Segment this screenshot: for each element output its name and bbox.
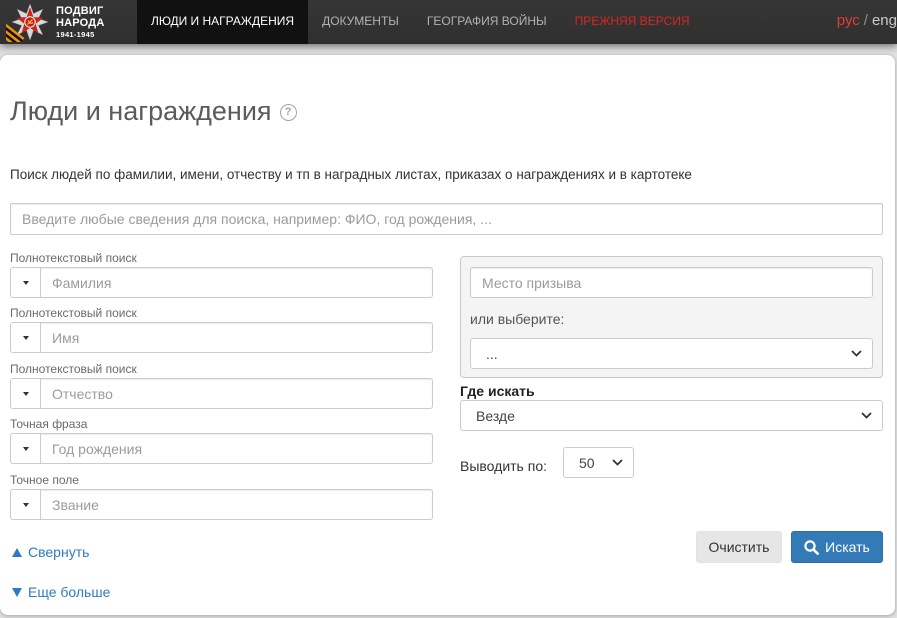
caret-down-icon: [22, 446, 29, 451]
results-per-page-select-value: 50: [579, 454, 595, 471]
conscription-place-input[interactable]: [470, 267, 873, 298]
medal-logo-icon: [6, 3, 49, 42]
birth-year-mode-dropdown-button[interactable]: [10, 433, 41, 464]
language-switcher: рус / eng: [837, 0, 897, 44]
triangle-up-icon: [12, 547, 22, 557]
top-navbar: ПОДВИГ НАРОДА 1941-1945 ЛЮДИ И НАГРАЖДЕН…: [0, 0, 897, 44]
where-to-search-select[interactable]: Везде: [460, 400, 883, 431]
surname-search-mode-label: Полнотекстовый поиск: [10, 251, 137, 265]
chevron-down-icon: [861, 412, 872, 419]
surname-field: Полнотекстовый поиск: [10, 250, 433, 298]
lang-en-link[interactable]: eng: [872, 12, 897, 29]
results-per-page-label: Выводить по:: [460, 458, 548, 474]
conscription-place-select[interactable]: ...: [470, 338, 873, 369]
where-to-search-label: Где искать: [460, 383, 535, 399]
nav-item-people-awards[interactable]: ЛЮДИ И НАГРАЖДЕНИЯ: [137, 0, 309, 44]
logo-line-2: НАРОДА: [56, 17, 105, 29]
patronymic-input-group: [10, 378, 433, 409]
page-title-row: Люди и награждения ?: [10, 93, 297, 129]
first-name-input[interactable]: [41, 322, 433, 353]
page-title: Люди и награждения: [10, 96, 272, 126]
nav-item-previous-version[interactable]: ПРЕЖНЯЯ ВЕРСИЯ: [561, 0, 704, 44]
patronymic-mode-dropdown-button[interactable]: [10, 378, 41, 409]
main-nav: ЛЮДИ И НАГРАЖДЕНИЯ ДОКУМЕНТЫ ГЕОГРАФИЯ В…: [137, 0, 704, 44]
triangle-down-icon: [12, 587, 22, 597]
search-button-label: Искать: [825, 539, 870, 555]
caret-down-icon: [22, 335, 29, 340]
help-icon[interactable]: ?: [279, 103, 297, 121]
caret-down-icon: [22, 502, 29, 507]
first-name-input-group: [10, 322, 433, 353]
logo-line-1: ПОДВИГ: [56, 5, 104, 17]
surname-input[interactable]: [41, 267, 433, 298]
patronymic-input[interactable]: [41, 378, 433, 409]
results-per-page-select[interactable]: 50: [563, 447, 634, 478]
first-name-mode-dropdown-button[interactable]: [10, 322, 41, 353]
collapse-link-label: Свернуть: [28, 544, 90, 560]
search-panel: Люди и награждения ? Поиск людей по фами…: [0, 55, 895, 615]
nav-item-war-geography[interactable]: ГЕОГРАФИЯ ВОЙНЫ: [413, 0, 561, 44]
patronymic-field: Полнотекстовый поиск: [10, 361, 433, 409]
nav-item-documents[interactable]: ДОКУМЕНТЫ: [308, 0, 413, 44]
birth-year-input[interactable]: [41, 433, 433, 464]
clear-button[interactable]: Очистить: [696, 531, 782, 563]
rank-input-group: [10, 489, 433, 520]
lang-separator: /: [863, 12, 868, 29]
birth-year-input-group: [10, 433, 433, 464]
show-more-link[interactable]: Еще больше: [12, 583, 110, 601]
collapse-link[interactable]: Свернуть: [12, 543, 89, 561]
logo-text: ПОДВИГ НАРОДА 1941-1945: [56, 5, 104, 41]
site-logo[interactable]: ПОДВИГ НАРОДА 1941-1945: [6, 2, 116, 42]
conscription-place-select-value: ...: [486, 345, 498, 362]
show-more-link-label: Еще больше: [28, 584, 111, 600]
clear-button-label: Очистить: [708, 539, 770, 555]
lang-ru-link[interactable]: рус: [837, 12, 860, 29]
search-icon: [804, 539, 820, 555]
patronymic-search-mode-label: Полнотекстовый поиск: [10, 362, 137, 376]
rank-input[interactable]: [41, 489, 433, 520]
surname-input-group: [10, 267, 433, 298]
caret-down-icon: [22, 280, 29, 285]
search-button[interactable]: Искать: [791, 531, 883, 563]
chevron-down-icon: [612, 459, 623, 466]
rank-mode-dropdown-button[interactable]: [10, 489, 41, 520]
main-search-input[interactable]: [10, 203, 883, 235]
or-choose-label: или выберите:: [470, 311, 565, 327]
caret-down-icon: [22, 391, 29, 396]
chevron-down-icon: [851, 350, 862, 357]
first-name-search-mode-label: Полнотекстовый поиск: [10, 306, 137, 320]
page-description: Поиск людей по фамилии, имени, отчеству …: [10, 167, 692, 182]
where-to-search-select-value: Везде: [476, 407, 515, 424]
birth-year-field: Точная фраза: [10, 416, 433, 464]
rank-search-mode-label: Точное поле: [10, 473, 79, 487]
surname-mode-dropdown-button[interactable]: [10, 267, 41, 298]
conscription-place-box: или выберите: ...: [460, 256, 883, 378]
rank-field: Точное поле: [10, 472, 433, 520]
logo-line-3: 1941-1945: [56, 30, 95, 39]
birth-year-search-mode-label: Точная фраза: [10, 417, 88, 431]
first-name-field: Полнотекстовый поиск: [10, 305, 433, 353]
